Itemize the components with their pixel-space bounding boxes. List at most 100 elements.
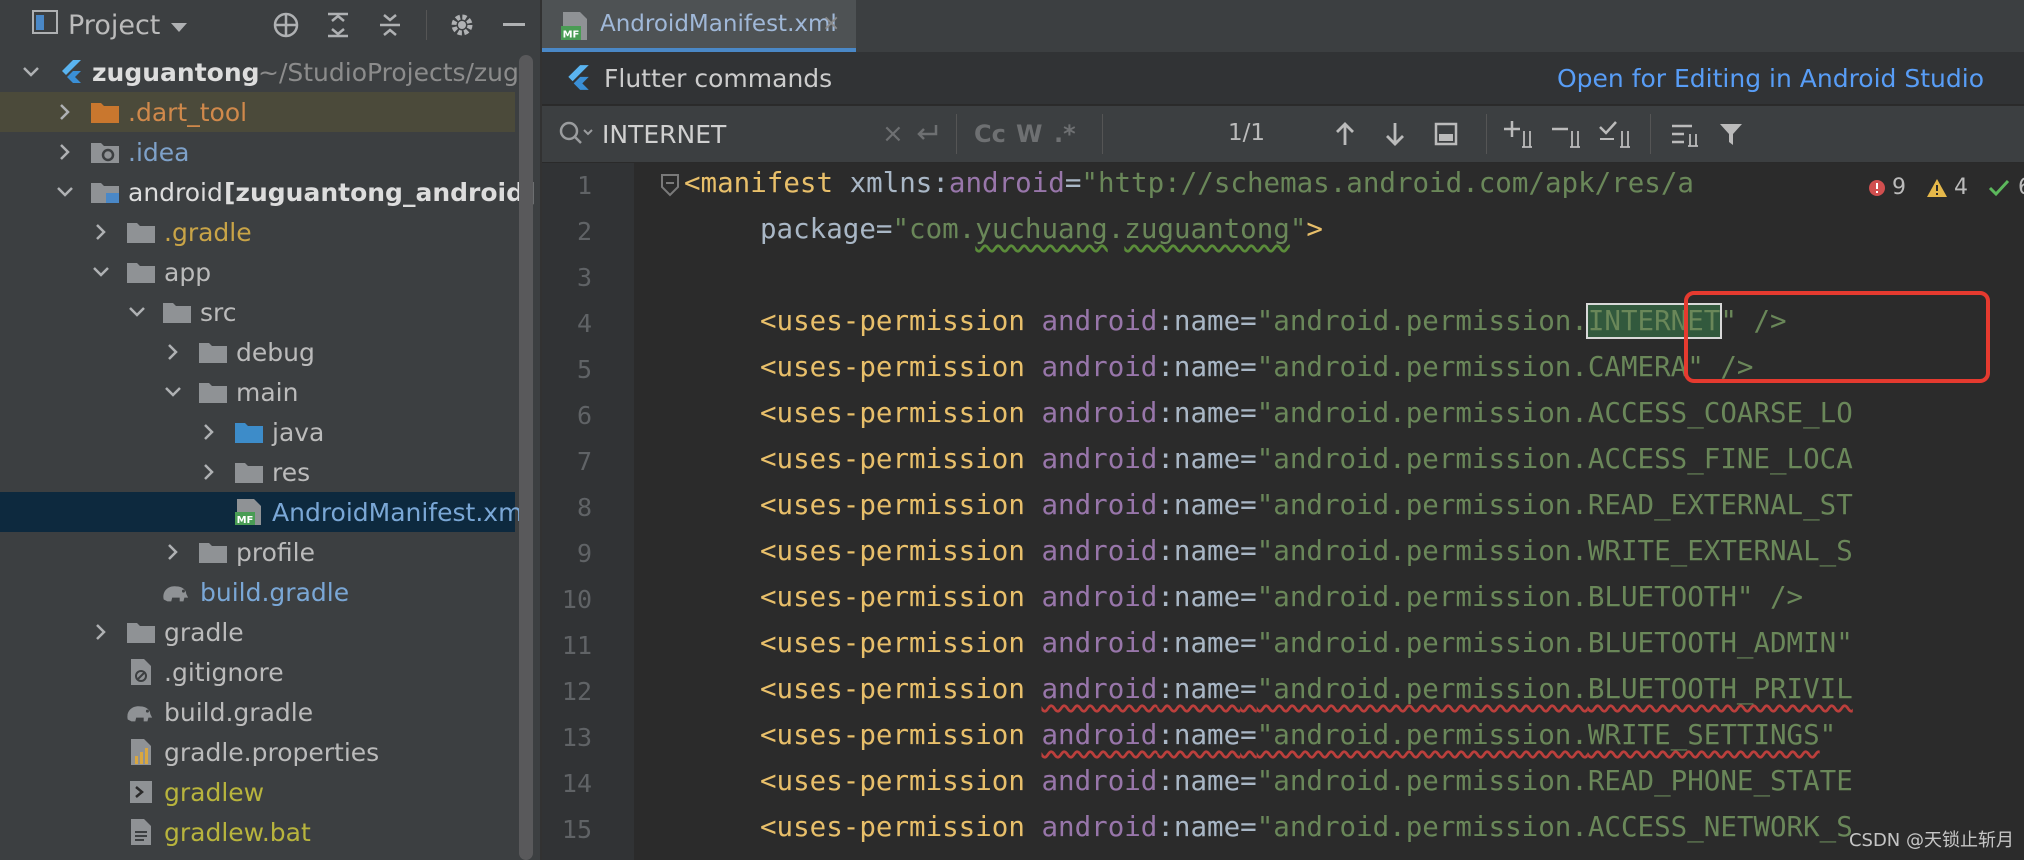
tree-item-label: .gitignore: [164, 657, 284, 687]
separator: [956, 114, 957, 154]
watermark: CSDN @天锁止斩月: [1848, 830, 2014, 851]
hide-panel-icon[interactable]: [488, 6, 540, 44]
tree-item-dot-gradle[interactable]: .gradle: [0, 212, 515, 252]
code-line-4: <uses-permission android:name="android.p…: [760, 303, 1787, 339]
tree-item-main[interactable]: main: [0, 372, 515, 412]
manifest-file-icon: MF: [560, 11, 590, 45]
tree-item-profile[interactable]: profile: [0, 532, 515, 572]
chevron-right-icon[interactable]: [90, 621, 112, 643]
tree-item-module-name: [zuguantong_android]: [224, 177, 536, 207]
arrow-down-icon[interactable]: [1384, 116, 1406, 152]
filter-options-icon[interactable]: [1670, 116, 1700, 152]
separator: [1102, 114, 1103, 154]
code-line-2: package="com.yuchuang.zuguantong">: [760, 213, 1323, 245]
flutter-module-icon: [56, 58, 86, 86]
tree-item-label: .idea: [128, 137, 190, 167]
settings-folder-icon: [90, 138, 120, 166]
code-line-6: <uses-permission android:name="android.p…: [760, 397, 1853, 429]
project-panel-header: Project: [0, 0, 540, 50]
tree-item-idea[interactable]: .idea: [0, 132, 515, 172]
tree-item-build-gradle[interactable]: build.gradle: [0, 692, 515, 732]
code-line-15: <uses-permission android:name="android.p…: [760, 811, 1853, 843]
folder-icon: [126, 218, 156, 246]
code-line-9: <uses-permission android:name="android.p…: [760, 535, 1853, 567]
chevron-down-icon[interactable]: [90, 261, 112, 283]
show-all-occurrences-icon[interactable]: [1434, 116, 1458, 152]
chevron-right-icon[interactable]: [198, 461, 220, 483]
search-input[interactable]: INTERNET: [602, 120, 726, 149]
code-line-1: <manifest xmlns:android="http://schemas.…: [684, 167, 1694, 199]
filter-icon[interactable]: [1718, 116, 1744, 152]
tree-item-label: android: [128, 177, 223, 207]
collapse-all-icon[interactable]: [364, 6, 416, 44]
locate-icon[interactable]: [260, 6, 312, 44]
folder-icon: [126, 618, 156, 646]
arrow-up-icon[interactable]: [1334, 116, 1356, 152]
whole-words-toggle[interactable]: W: [1016, 116, 1042, 152]
new-line-icon[interactable]: [914, 116, 940, 152]
tree-item-gradle-folder[interactable]: gradle: [0, 612, 515, 652]
project-view-selector[interactable]: Project: [32, 10, 188, 41]
chevron-right-icon[interactable]: [90, 221, 112, 243]
code-line-12: <uses-permission android:name="android.p…: [760, 673, 1853, 705]
error-icon: [1869, 179, 1885, 196]
tree-item-android-manifest[interactable]: MF AndroidManifest.xm: [0, 492, 522, 532]
tree-item-app[interactable]: app: [0, 252, 515, 292]
match-case-toggle[interactable]: Cc: [974, 116, 1006, 152]
chevron-right-icon[interactable]: [198, 421, 220, 443]
regex-toggle[interactable]: .*: [1054, 116, 1076, 152]
line-number: 1: [576, 171, 592, 200]
gear-icon[interactable]: [436, 6, 488, 44]
select-all-occurrences-icon[interactable]: [1598, 116, 1634, 152]
fold-marker-icon[interactable]: [660, 173, 680, 201]
code-editor[interactable]: 1 2 3 4 5 6 7 8 9 10 11 12 13 14 15 <man…: [542, 163, 2024, 860]
warning-count: 4: [1954, 175, 1968, 200]
project-panel: Project zuguantong ~/StudioProjects/zug …: [0, 0, 540, 860]
close-icon[interactable]: ×: [822, 11, 840, 36]
tree-item-gradle-properties[interactable]: gradle.properties: [0, 732, 515, 772]
line-number: 10: [561, 585, 592, 614]
chevron-down-icon[interactable]: [20, 61, 42, 83]
tree-item-gitignore[interactable]: .gitignore: [0, 652, 515, 692]
chevron-right-icon[interactable]: [54, 141, 76, 163]
chevron-down-icon[interactable]: [162, 381, 184, 403]
expand-all-icon[interactable]: [312, 6, 364, 44]
tree-item-gradlew-bat[interactable]: gradlew.bat: [0, 812, 515, 852]
remove-occurrence-icon[interactable]: [1550, 116, 1584, 152]
tree-item-res[interactable]: res: [0, 452, 515, 492]
clear-search-icon[interactable]: ×: [882, 116, 904, 152]
manifest-file-icon: MF: [234, 498, 264, 526]
chevron-down-icon[interactable]: [126, 301, 148, 323]
line-number: 15: [561, 815, 592, 844]
tree-item-app-build-gradle[interactable]: build.gradle: [0, 572, 515, 612]
tree-item-label: .dart_tool: [128, 97, 248, 127]
tree-item-gradlew[interactable]: gradlew: [0, 772, 515, 812]
add-occurrence-icon[interactable]: [1502, 116, 1536, 152]
tree-item-android[interactable]: android [zuguantong_android]: [0, 172, 535, 212]
ok-count: 6: [2018, 175, 2024, 200]
folder-icon: [198, 378, 228, 406]
tree-item-path: ~/StudioProjects/zug: [258, 57, 519, 87]
tree-item-label: main: [236, 377, 299, 407]
open-in-android-studio-link[interactable]: Open for Editing in Android Studio: [1557, 64, 1984, 93]
line-number: 14: [561, 769, 592, 798]
tree-item-label: java: [272, 417, 325, 447]
project-tree-scrollbar[interactable]: [519, 55, 533, 860]
tree-item-debug[interactable]: debug: [0, 332, 515, 372]
chevron-right-icon[interactable]: [54, 101, 76, 123]
tab-android-manifest[interactable]: MF AndroidManifest.xml ×: [542, 0, 856, 52]
toolbar-separator: [416, 6, 436, 44]
chevron-right-icon[interactable]: [162, 541, 184, 563]
tree-item-java[interactable]: java: [0, 412, 515, 452]
search-icon[interactable]: [558, 120, 594, 152]
tree-item-zuguantong[interactable]: zuguantong ~/StudioProjects/zug: [0, 52, 519, 92]
tree-item-src[interactable]: src: [0, 292, 515, 332]
tree-item-dart-tool[interactable]: .dart_tool: [0, 92, 515, 132]
folder-icon: [234, 458, 264, 486]
check-icon: [1988, 179, 2010, 196]
properties-file-icon: [126, 738, 156, 766]
chevron-down-icon[interactable]: [54, 181, 76, 203]
inspection-widget[interactable]: 9 4 6: [1862, 173, 2024, 202]
chevron-right-icon[interactable]: [162, 341, 184, 363]
code-line-11: <uses-permission android:name="android.p…: [760, 627, 1853, 659]
